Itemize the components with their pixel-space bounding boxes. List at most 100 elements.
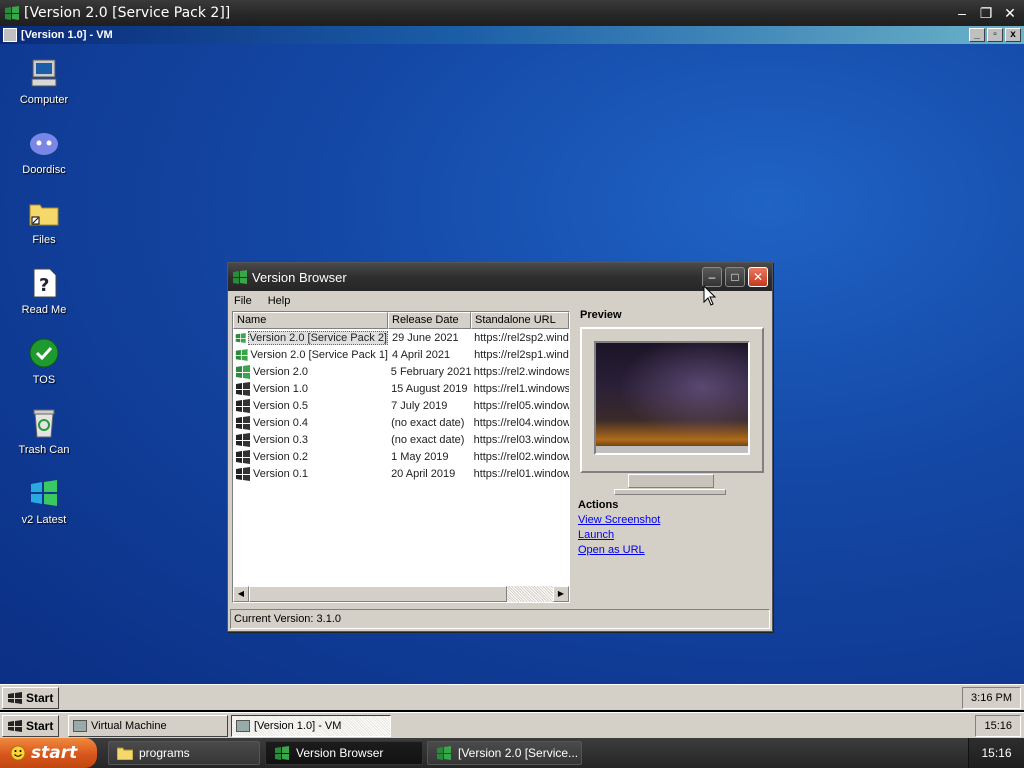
host-taskbar: Start Virtual Machine [Version 1.0] - VM… bbox=[0, 712, 1024, 738]
smiley-icon bbox=[10, 745, 26, 761]
scrollbar-thumb[interactable] bbox=[249, 586, 507, 602]
row-name: Version 0.5 bbox=[253, 399, 309, 412]
row-name: Version 0.2 bbox=[253, 450, 309, 463]
table-row[interactable]: Version 0.5 7 July 2019 https://rel05.wind… bbox=[233, 397, 569, 414]
folder-icon bbox=[29, 204, 59, 226]
xp-taskbar: start programs Version Browser [Version … bbox=[0, 738, 1024, 768]
computer-icon bbox=[236, 720, 250, 732]
checkmark-icon bbox=[29, 338, 59, 368]
row-release-date: 7 July 2019 bbox=[391, 399, 448, 412]
launch-link[interactable]: Launch bbox=[578, 529, 660, 541]
monitor-base bbox=[614, 489, 726, 495]
outer-window-titlebar[interactable]: [Version 2.0 [Service Pack 2]] – ❐ ✕ bbox=[0, 0, 1024, 26]
vm-window-title: [Version 1.0] - VM bbox=[21, 29, 113, 41]
desktop-icon-files[interactable]: Files bbox=[8, 196, 80, 246]
windows-flag-icon bbox=[233, 270, 247, 284]
scrollbar-track[interactable] bbox=[507, 586, 553, 602]
version-list[interactable]: Name Release Date Standalone URL Version… bbox=[232, 311, 570, 603]
view-screenshot-link[interactable]: View Screenshot bbox=[578, 514, 660, 526]
trash-icon bbox=[33, 409, 55, 438]
scroll-left-arrow-icon[interactable]: ◀ bbox=[233, 586, 249, 602]
row-standalone-url: https://rel04.window bbox=[473, 416, 569, 429]
row-release-date: (no exact date) bbox=[391, 433, 465, 446]
desktop-icon-v2-latest[interactable]: v2 Latest bbox=[8, 476, 80, 526]
minimize-icon[interactable]: – bbox=[952, 3, 972, 23]
preview-label: Preview bbox=[580, 309, 622, 321]
table-row[interactable]: Version 2.0 5 February 2021 https://rel2.w… bbox=[233, 363, 569, 380]
row-standalone-url: https://rel1.windows bbox=[473, 382, 569, 395]
desktop-icon-readme[interactable]: ? Read Me bbox=[8, 266, 80, 316]
vm-window-titlebar[interactable]: [Version 1.0] - VM _ ▫ x bbox=[0, 26, 1024, 44]
scroll-right-arrow-icon[interactable]: ▶ bbox=[553, 586, 569, 602]
help-document-icon: ? bbox=[33, 268, 57, 298]
row-release-date: 20 April 2019 bbox=[391, 467, 456, 480]
column-header-standalone-url[interactable]: Standalone URL bbox=[471, 312, 569, 329]
row-name: Version 2.0 bbox=[253, 365, 309, 378]
vm-start-button[interactable]: Start bbox=[2, 687, 60, 709]
task-version-2-sp2[interactable]: [Version 2.0 [Service... bbox=[427, 741, 582, 765]
actions-label: Actions bbox=[578, 499, 619, 511]
mouse-cursor-icon bbox=[703, 285, 717, 306]
row-name: Version 2.0 [Service Pack 2] bbox=[248, 330, 388, 345]
horizontal-scrollbar[interactable]: ◀ ▶ bbox=[233, 586, 569, 602]
restore-icon[interactable]: ❐ bbox=[976, 3, 996, 23]
windows-flag-icon bbox=[236, 466, 250, 481]
version-browser-window[interactable]: Version Browser – □ ✕ File Help Name Rel… bbox=[227, 262, 773, 632]
windows-flag-icon bbox=[236, 364, 250, 379]
version-browser-titlebar[interactable]: Version Browser – □ ✕ bbox=[228, 263, 772, 291]
task-virtual-machine[interactable]: Virtual Machine bbox=[68, 715, 228, 737]
table-row[interactable]: Version 2.0 [Service Pack 1] 4 April 2021… bbox=[233, 346, 569, 363]
vm-taskbar: Start 3:16 PM bbox=[0, 684, 1024, 710]
status-bar: Current Version: 3.1.0 bbox=[230, 609, 770, 629]
desktop-icon-tos[interactable]: TOS bbox=[8, 336, 80, 386]
windows-flag-icon bbox=[236, 398, 250, 413]
vm-close-button[interactable]: x bbox=[1005, 28, 1021, 42]
desktop-icon-trash[interactable]: Trash Can bbox=[8, 406, 80, 456]
preview-screenshot bbox=[594, 341, 750, 455]
table-row[interactable]: Version 0.4 (no exact date) https://rel04.… bbox=[233, 414, 569, 431]
windows-flag-icon bbox=[275, 746, 289, 760]
open-as-url-link[interactable]: Open as URL bbox=[578, 544, 660, 556]
menu-file[interactable]: File bbox=[234, 295, 252, 307]
table-row[interactable]: Version 1.0 15 August 2019 https://rel1.wi… bbox=[233, 380, 569, 397]
host-start-button[interactable]: Start bbox=[2, 715, 60, 737]
table-row[interactable]: Version 0.2 1 May 2019 https://rel02.windo… bbox=[233, 448, 569, 465]
close-icon[interactable]: ✕ bbox=[1000, 3, 1020, 23]
column-header-name[interactable]: Name bbox=[233, 312, 388, 329]
row-release-date: 5 February 2021 bbox=[390, 365, 472, 378]
actions-panel: Actions View Screenshot Launch Open as U… bbox=[578, 499, 660, 556]
desktop-icon-computer[interactable]: Computer bbox=[8, 56, 80, 106]
task-programs[interactable]: programs bbox=[108, 741, 260, 765]
row-release-date: 29 June 2021 bbox=[392, 331, 459, 344]
row-name: Version 0.4 bbox=[253, 416, 309, 429]
row-standalone-url: https://rel05.window bbox=[473, 399, 569, 412]
minimize-icon[interactable]: – bbox=[702, 267, 722, 287]
row-standalone-url: https://rel03.window bbox=[473, 433, 569, 446]
windows-flag-icon bbox=[437, 746, 451, 760]
column-header-release-date[interactable]: Release Date bbox=[388, 312, 471, 329]
task-vm-window[interactable]: [Version 1.0] - VM bbox=[231, 715, 391, 737]
task-version-browser[interactable]: Version Browser bbox=[265, 741, 423, 765]
row-name: Version 0.1 bbox=[253, 467, 309, 480]
row-standalone-url: https://rel01.window bbox=[473, 467, 569, 480]
windows-flag-icon bbox=[5, 6, 19, 20]
maximize-icon[interactable]: □ bbox=[725, 267, 745, 287]
xp-start-button[interactable]: start bbox=[0, 738, 97, 768]
windows-flag-icon bbox=[236, 381, 250, 396]
vm-minimize-button[interactable]: _ bbox=[969, 28, 985, 42]
windows-flag-icon bbox=[236, 432, 250, 447]
windows-flag-icon bbox=[8, 720, 22, 732]
row-standalone-url: https://rel2sp1.windo bbox=[474, 348, 569, 361]
xp-clock: 15:16 bbox=[968, 738, 1024, 768]
computer-icon bbox=[73, 720, 87, 732]
windows-flag-icon bbox=[236, 415, 250, 430]
vm-restore-button[interactable]: ▫ bbox=[987, 28, 1003, 42]
menu-help[interactable]: Help bbox=[268, 295, 291, 307]
desktop-icon-doordisc[interactable]: Doordisc bbox=[8, 126, 80, 176]
windows-flag-icon bbox=[8, 692, 22, 704]
table-row[interactable]: Version 0.1 20 April 2019 https://rel01.wi… bbox=[233, 465, 569, 482]
table-row[interactable]: Version 2.0 [Service Pack 2] 29 June 2021… bbox=[233, 329, 569, 346]
computer-icon bbox=[31, 59, 57, 87]
table-row[interactable]: Version 0.3 (no exact date) https://rel03.… bbox=[233, 431, 569, 448]
close-icon[interactable]: ✕ bbox=[748, 267, 768, 287]
